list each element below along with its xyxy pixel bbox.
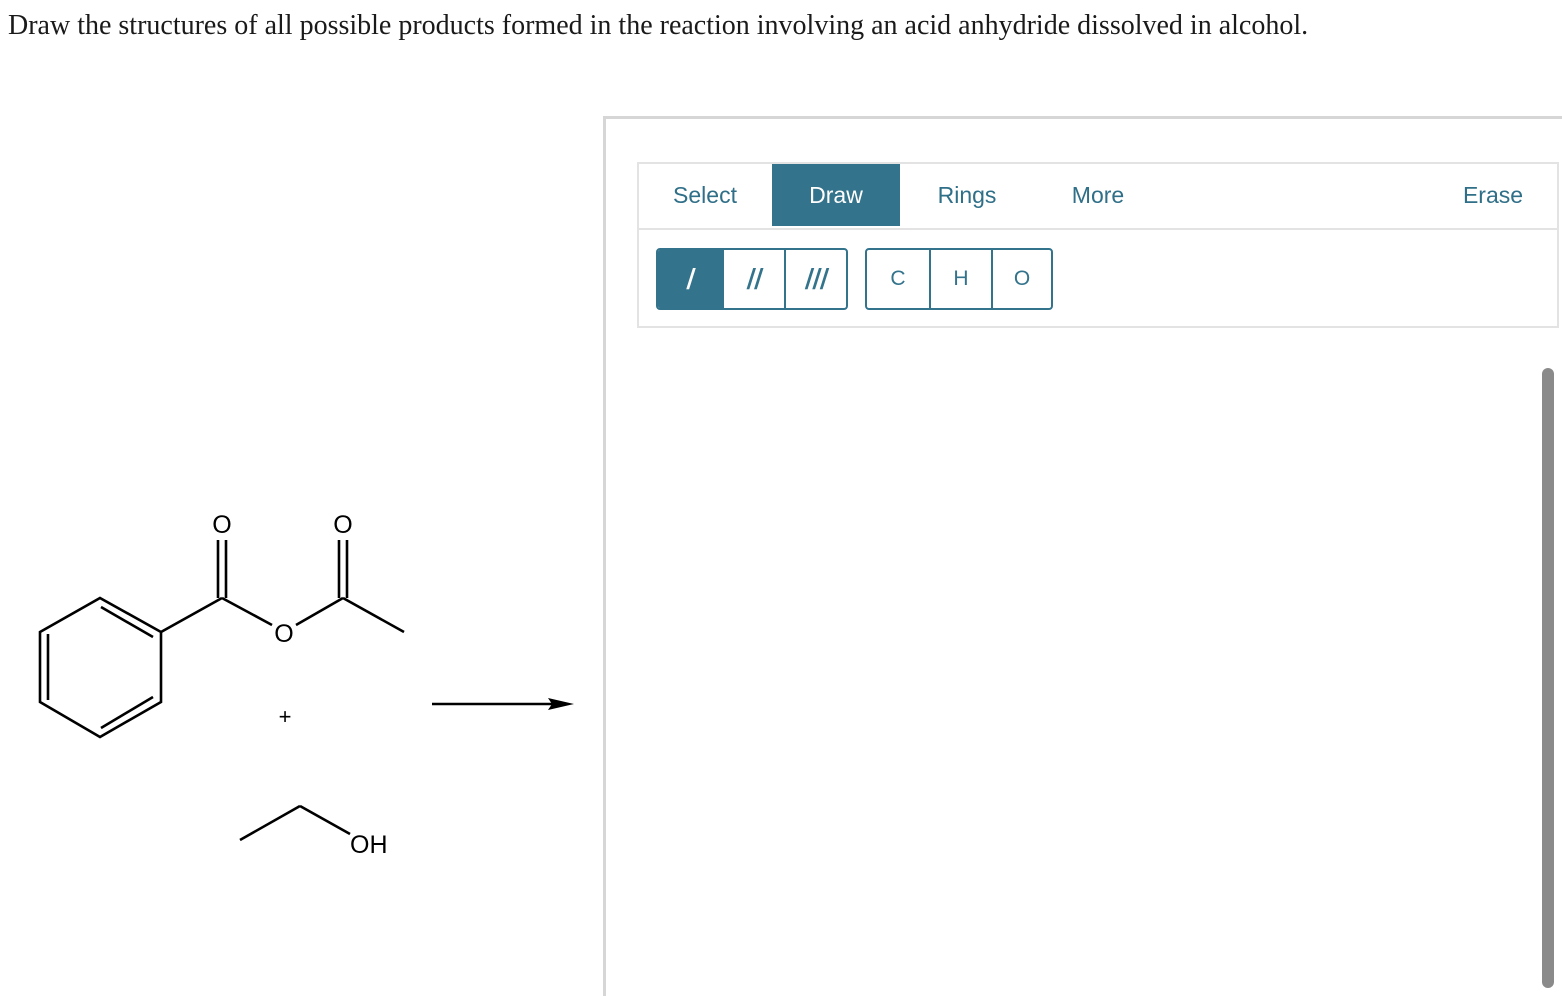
hydroxyl-label: OH	[350, 831, 388, 859]
carbon-atom-button[interactable]: C	[867, 250, 929, 308]
carbonyl-oxygen-label-1: O	[212, 511, 231, 539]
question-text: Draw the structures of all possible prod…	[8, 10, 1309, 41]
tab-more[interactable]: More	[1033, 164, 1163, 226]
reaction-scheme: O O O + OH	[38, 511, 574, 859]
triple-bond-icon: ///	[804, 264, 829, 294]
benzene-ring	[38, 596, 163, 739]
carbonyl-oxygen-label-2: O	[333, 511, 352, 539]
tab-draw[interactable]: Draw	[772, 164, 900, 226]
oxygen-atom-button[interactable]: O	[991, 250, 1051, 308]
double-bond-icon: //	[746, 264, 764, 294]
triple-bond-button[interactable]: ///	[784, 250, 846, 308]
reaction-arrow	[432, 698, 574, 710]
atom-button-group: C H O	[865, 248, 1053, 310]
plus-sign: +	[279, 704, 292, 729]
hydrogen-atom-button[interactable]: H	[929, 250, 991, 308]
drawing-toolbar: Select Draw Rings More Erase / // /// C …	[637, 162, 1559, 328]
tab-erase[interactable]: Erase	[1429, 164, 1557, 226]
ethanol-bonds	[239, 804, 351, 842]
toolbar-tabs: Select Draw Rings More Erase	[639, 164, 1557, 230]
anhydride-bonds	[160, 540, 405, 634]
double-bond-button[interactable]: //	[722, 250, 784, 308]
tab-select[interactable]: Select	[639, 164, 771, 226]
single-bond-icon: /	[686, 264, 695, 294]
bond-button-group: / // ///	[656, 248, 848, 310]
panel-scrollbar[interactable]	[1542, 368, 1554, 988]
bridge-oxygen-label: O	[274, 620, 293, 648]
tab-rings[interactable]: Rings	[902, 164, 1032, 226]
single-bond-button[interactable]: /	[658, 250, 722, 308]
